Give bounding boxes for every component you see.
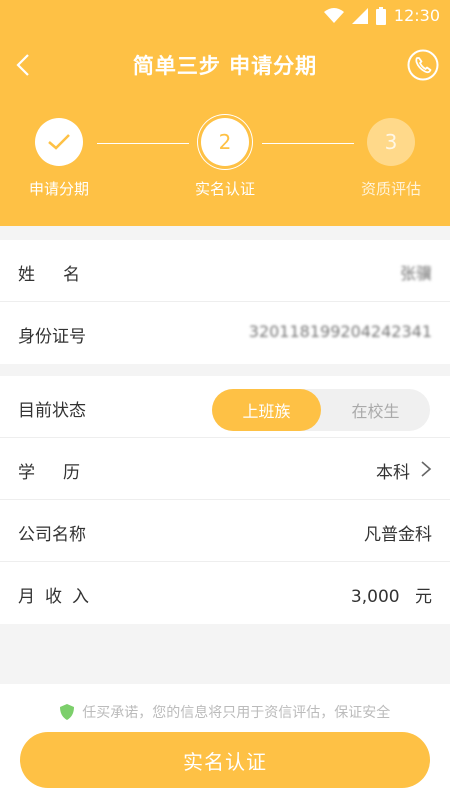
id-number-label: 身份证号 bbox=[18, 327, 86, 347]
company-row[interactable]: 公司名称 凡普金科 bbox=[0, 500, 450, 562]
security-note: 任买承诺，您的信息将只用于资信评估，保证安全 bbox=[0, 702, 450, 722]
wifi-icon bbox=[323, 7, 344, 23]
security-note-text: 任买承诺，您的信息将只用于资信评估，保证安全 bbox=[82, 705, 391, 721]
income-label: 月收入 bbox=[18, 587, 99, 607]
company-value: 凡普金科 bbox=[364, 525, 432, 545]
checkmark-icon bbox=[48, 134, 70, 150]
step-connector bbox=[262, 143, 354, 144]
identity-card: 姓名 张骥 身份证号 320118199204242341 bbox=[0, 240, 450, 364]
step-assess: 3 资质评估 bbox=[346, 115, 436, 199]
progress-steps: 申请分期 2 实名认证 3 资质评估 bbox=[0, 115, 450, 215]
income-row[interactable]: 月收入 3,000 元 bbox=[0, 562, 450, 624]
company-label: 公司名称 bbox=[18, 525, 86, 545]
shield-icon bbox=[59, 704, 74, 720]
step-verify: 2 实名认证 bbox=[180, 115, 270, 199]
status-option-employed[interactable]: 上班族 bbox=[212, 389, 321, 431]
phone-icon bbox=[407, 49, 439, 81]
step-label: 资质评估 bbox=[360, 180, 421, 198]
step-apply: 申请分期 bbox=[14, 115, 104, 199]
header-area: 12:30 简单三步 申请分期 申请分期 2 实名认证 3 资质评估 bbox=[0, 0, 450, 226]
status-toggle[interactable]: 上班族 在校生 bbox=[212, 389, 430, 431]
status-row: 目前状态 上班族 在校生 bbox=[0, 376, 450, 438]
battery-icon bbox=[375, 6, 386, 25]
name-label: 姓名 bbox=[18, 265, 108, 285]
submit-button[interactable]: 实名认证 bbox=[20, 732, 430, 788]
income-value-group: 3,000 元 bbox=[351, 582, 432, 607]
education-row[interactable]: 学历 本科 bbox=[0, 438, 450, 500]
income-value: 3,000 bbox=[350, 587, 400, 607]
title-bar: 简单三步 申请分期 bbox=[0, 40, 450, 90]
name-value: 张骥 bbox=[399, 264, 432, 283]
name-row: 姓名 张骥 bbox=[0, 240, 450, 302]
step-connector bbox=[97, 143, 189, 144]
call-button[interactable] bbox=[406, 48, 440, 82]
income-unit: 元 bbox=[415, 587, 432, 607]
signal-icon bbox=[351, 7, 368, 24]
id-number-value: 320118199204242341 bbox=[248, 322, 432, 341]
page-title: 简单三步 申请分期 bbox=[132, 54, 318, 78]
step-current-circle: 2 bbox=[201, 118, 249, 166]
info-card: 目前状态 上班族 在校生 学历 本科 公司名称 凡普金科 月收入 3,000 元 bbox=[0, 376, 450, 624]
status-option-student[interactable]: 在校生 bbox=[321, 389, 430, 431]
chevron-right-icon bbox=[421, 461, 432, 477]
status-time: 12:30 bbox=[393, 6, 440, 25]
step-next-circle: 3 bbox=[367, 118, 415, 166]
status-label: 目前状态 bbox=[18, 401, 86, 421]
education-value: 本科 bbox=[376, 463, 410, 483]
status-bar: 12:30 bbox=[0, 0, 450, 32]
step-label: 实名认证 bbox=[194, 180, 255, 198]
footer: 任买承诺，您的信息将只用于资信评估，保证安全 实名认证 bbox=[0, 684, 450, 800]
step-done-circle bbox=[35, 118, 83, 166]
id-number-row: 身份证号 320118199204242341 bbox=[0, 302, 450, 364]
education-label: 学历 bbox=[18, 463, 108, 483]
step-label: 申请分期 bbox=[28, 180, 89, 198]
